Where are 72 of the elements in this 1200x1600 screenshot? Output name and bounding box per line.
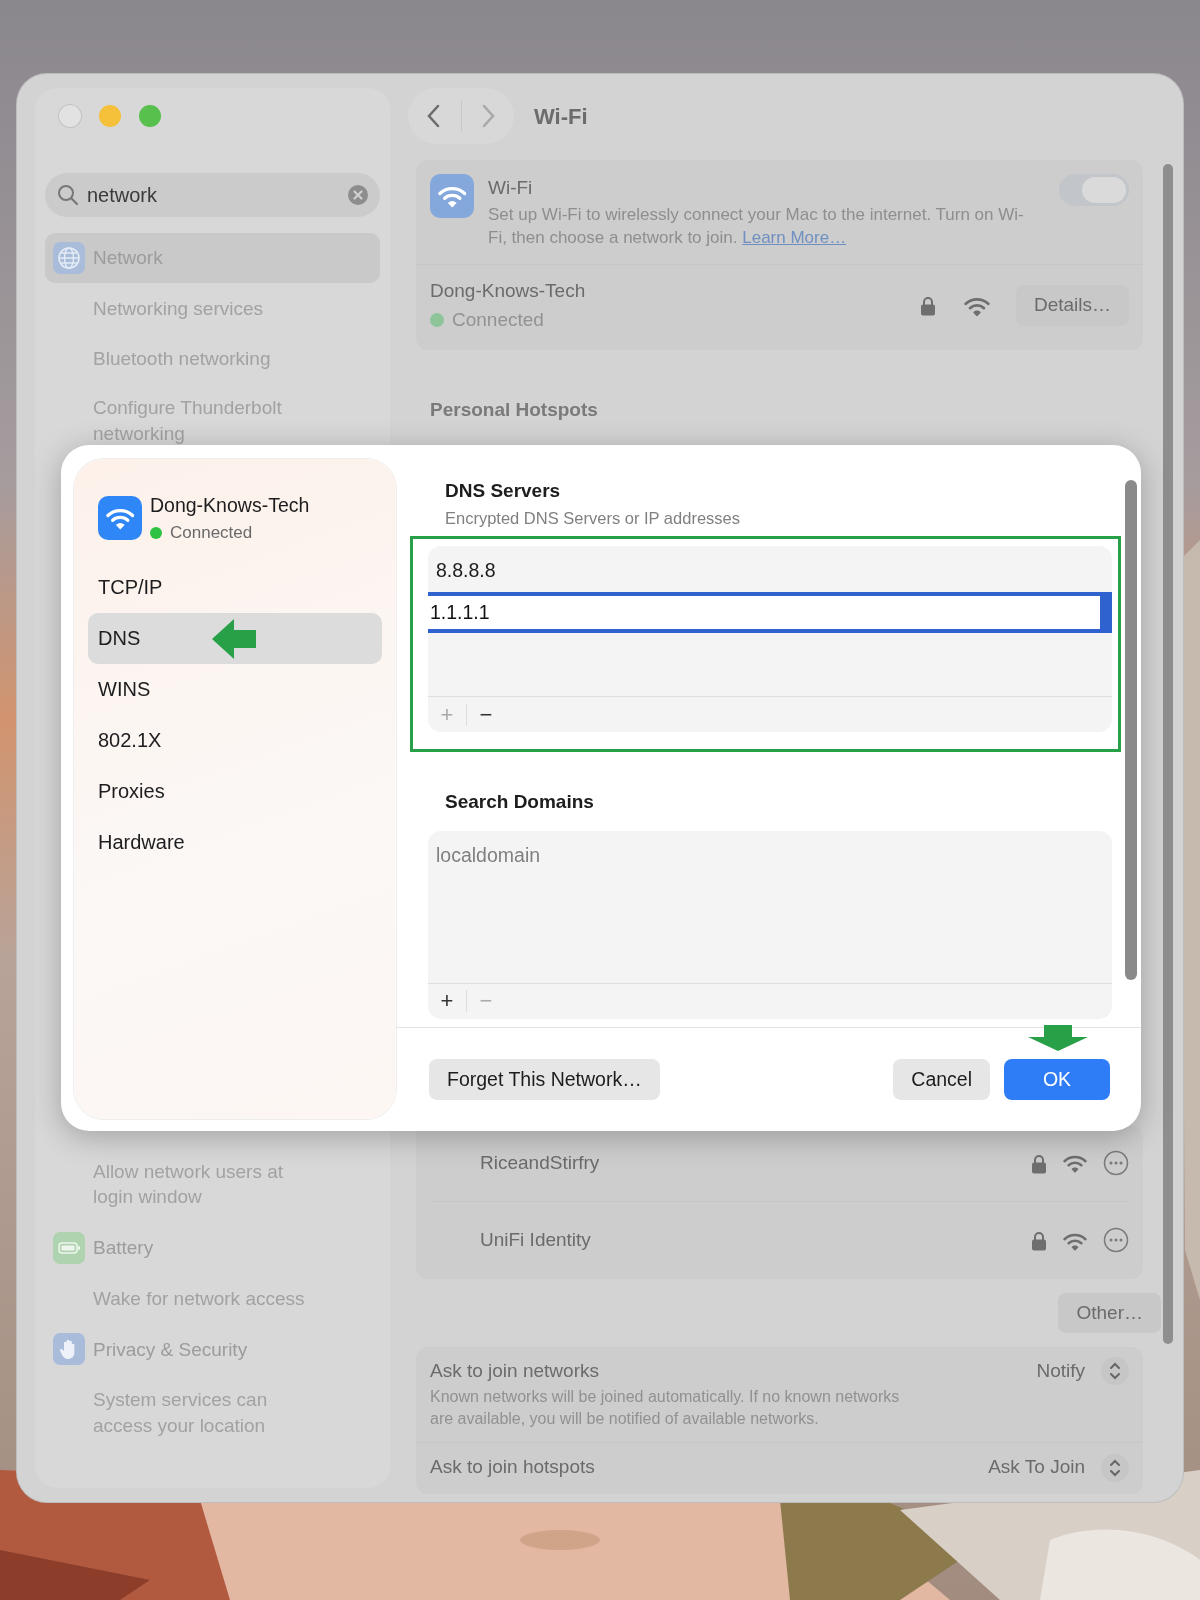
chevron-right-icon <box>480 104 495 128</box>
search-input[interactable]: network <box>87 180 340 210</box>
wifi-icon <box>98 496 142 541</box>
chevron-up-down-icon <box>1101 1453 1129 1482</box>
network-status: Connected <box>170 522 253 545</box>
network-name: Dong-Knows-Tech <box>430 279 587 304</box>
list-entry[interactable]: 8.8.8.8 <box>428 550 1112 592</box>
zoom-icon[interactable] <box>139 105 161 127</box>
minimize-icon[interactable] <box>99 105 121 127</box>
lock-icon <box>1031 1231 1047 1252</box>
details-button[interactable]: Details… <box>1015 285 1129 326</box>
forget-button[interactable]: Forget This Network… <box>429 1058 660 1101</box>
arrow-icon <box>1028 1024 1088 1051</box>
globe-icon <box>53 242 85 274</box>
other-button[interactable]: Other… <box>1058 1292 1161 1334</box>
sidebar-tab[interactable]: Hardware <box>88 816 382 868</box>
sidebar-tab[interactable]: WINS <box>88 663 382 715</box>
wifi-toggle[interactable] <box>1059 174 1129 206</box>
popup-button[interactable]: Ask To Join <box>988 1453 1129 1482</box>
chevron-left-icon <box>427 104 442 128</box>
status-dot <box>150 527 162 539</box>
more-icon[interactable] <box>1103 1227 1129 1254</box>
battery-icon <box>53 1231 85 1264</box>
wifi-signal-icon <box>963 295 990 317</box>
window-title: Wi-Fi <box>534 102 588 131</box>
network-status: Connected <box>452 307 544 332</box>
status-dot <box>430 312 444 327</box>
network-name: Dong-Knows-Tech <box>150 493 310 518</box>
item-label: Privacy & Security <box>93 1337 248 1362</box>
sidebar-item[interactable]: Battery <box>45 1222 380 1273</box>
scrollbar[interactable] <box>1125 480 1137 980</box>
setting-label: Ask to join hotspots <box>430 1455 596 1480</box>
section-heading: Search Domains <box>445 790 595 815</box>
network-name[interactable]: UniFi Identity <box>480 1226 1015 1255</box>
list-entry[interactable]: localdomain <box>428 834 1112 876</box>
ok-button[interactable]: OK <box>1004 1058 1110 1101</box>
search-icon <box>57 184 79 206</box>
lock-icon <box>919 296 936 317</box>
wifi-icon <box>430 174 474 218</box>
wifi-title: Wi-Fi <box>488 176 534 200</box>
hand-icon <box>53 1333 85 1366</box>
cancel-button[interactable]: Cancel <box>893 1058 990 1101</box>
sidebar-tab[interactable]: Proxies <box>88 765 382 817</box>
add-button[interactable]: + <box>428 990 466 1013</box>
more-icon[interactable] <box>1103 1149 1129 1176</box>
wifi-signal-icon <box>1063 1154 1087 1174</box>
add-button[interactable]: + <box>428 703 466 726</box>
setting-description: Known networks will be joined automatically. If no known networks are available, you will be notified of available networks. <box>430 1386 901 1429</box>
wifi-signal-icon <box>1063 1231 1087 1251</box>
close-icon[interactable] <box>59 105 81 127</box>
sidebar-item[interactable]: Privacy & Security <box>45 1324 380 1375</box>
section-subtitle: Encrypted DNS Servers or IP addresses <box>445 507 741 529</box>
setting-label: Ask to join networks <box>430 1359 600 1384</box>
search-field[interactable]: network <box>45 173 380 217</box>
item-label: Battery <box>93 1236 154 1260</box>
wifi-description: Set up Wi-Fi to wirelessly connect your Mac to the internet. Turn on Wi-Fi, then choose a network to join. Learn More… <box>488 203 1025 250</box>
lock-icon <box>1031 1153 1047 1174</box>
scrollbar[interactable] <box>1163 164 1173 1344</box>
arrow-icon <box>212 618 256 659</box>
learn-more-link[interactable]: Learn More… <box>742 228 847 248</box>
chevron-up-down-icon <box>1101 1357 1129 1386</box>
remove-button[interactable]: − <box>467 703 505 726</box>
sidebar-tab[interactable]: DNS <box>88 612 382 664</box>
input-field[interactable]: 1.1.1.1 <box>428 595 1100 629</box>
sidebar-tab[interactable]: 802.1X <box>88 714 382 766</box>
section-heading: DNS Servers <box>445 479 562 503</box>
remove-button[interactable]: − <box>467 990 505 1013</box>
clear-icon[interactable] <box>348 185 368 205</box>
popup-button[interactable]: Notify <box>1036 1357 1129 1386</box>
sidebar-tab[interactable]: TCP/IP <box>88 561 382 613</box>
section-heading: Personal Hotspots <box>430 398 599 423</box>
network-name[interactable]: RiceandStirfry <box>480 1148 1015 1178</box>
